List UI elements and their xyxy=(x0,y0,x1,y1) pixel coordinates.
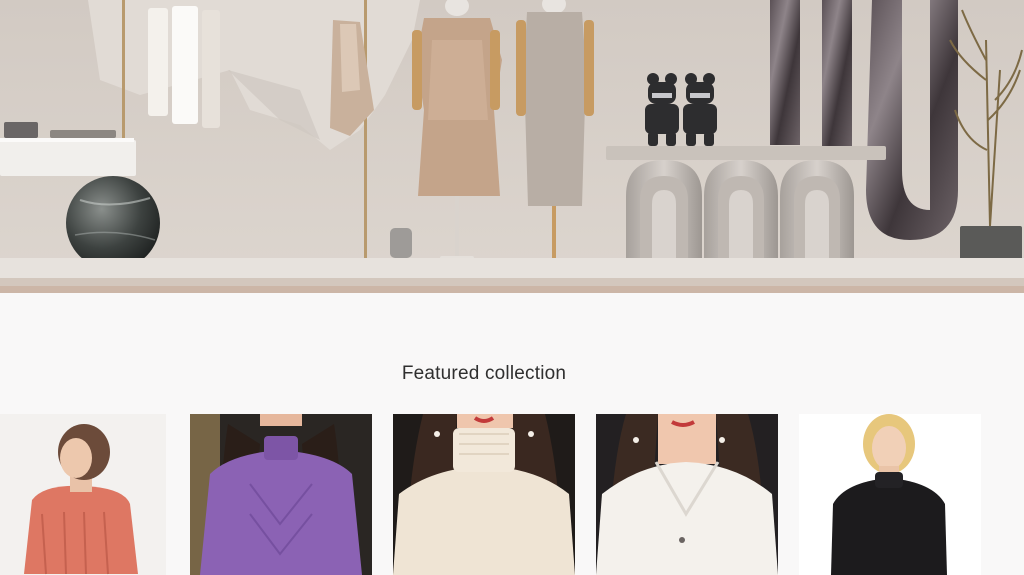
product-card[interactable] xyxy=(596,414,778,575)
product-card[interactable] xyxy=(0,414,166,575)
hero-banner xyxy=(0,0,1024,293)
product-carousel xyxy=(0,414,1024,575)
product-image-cream-sweater[interactable] xyxy=(393,414,575,575)
product-card[interactable] xyxy=(190,414,372,575)
product-image-white-cardigan[interactable] xyxy=(596,414,778,575)
hero-scene-illustration xyxy=(0,0,1024,293)
product-image-black-sweater[interactable] xyxy=(799,414,981,575)
product-card[interactable] xyxy=(393,414,575,575)
product-image-purple-sweater[interactable] xyxy=(190,414,372,575)
product-card[interactable] xyxy=(799,414,981,575)
product-image-coral-sweater[interactable] xyxy=(0,414,166,575)
section-title: Featured collection xyxy=(401,363,567,384)
